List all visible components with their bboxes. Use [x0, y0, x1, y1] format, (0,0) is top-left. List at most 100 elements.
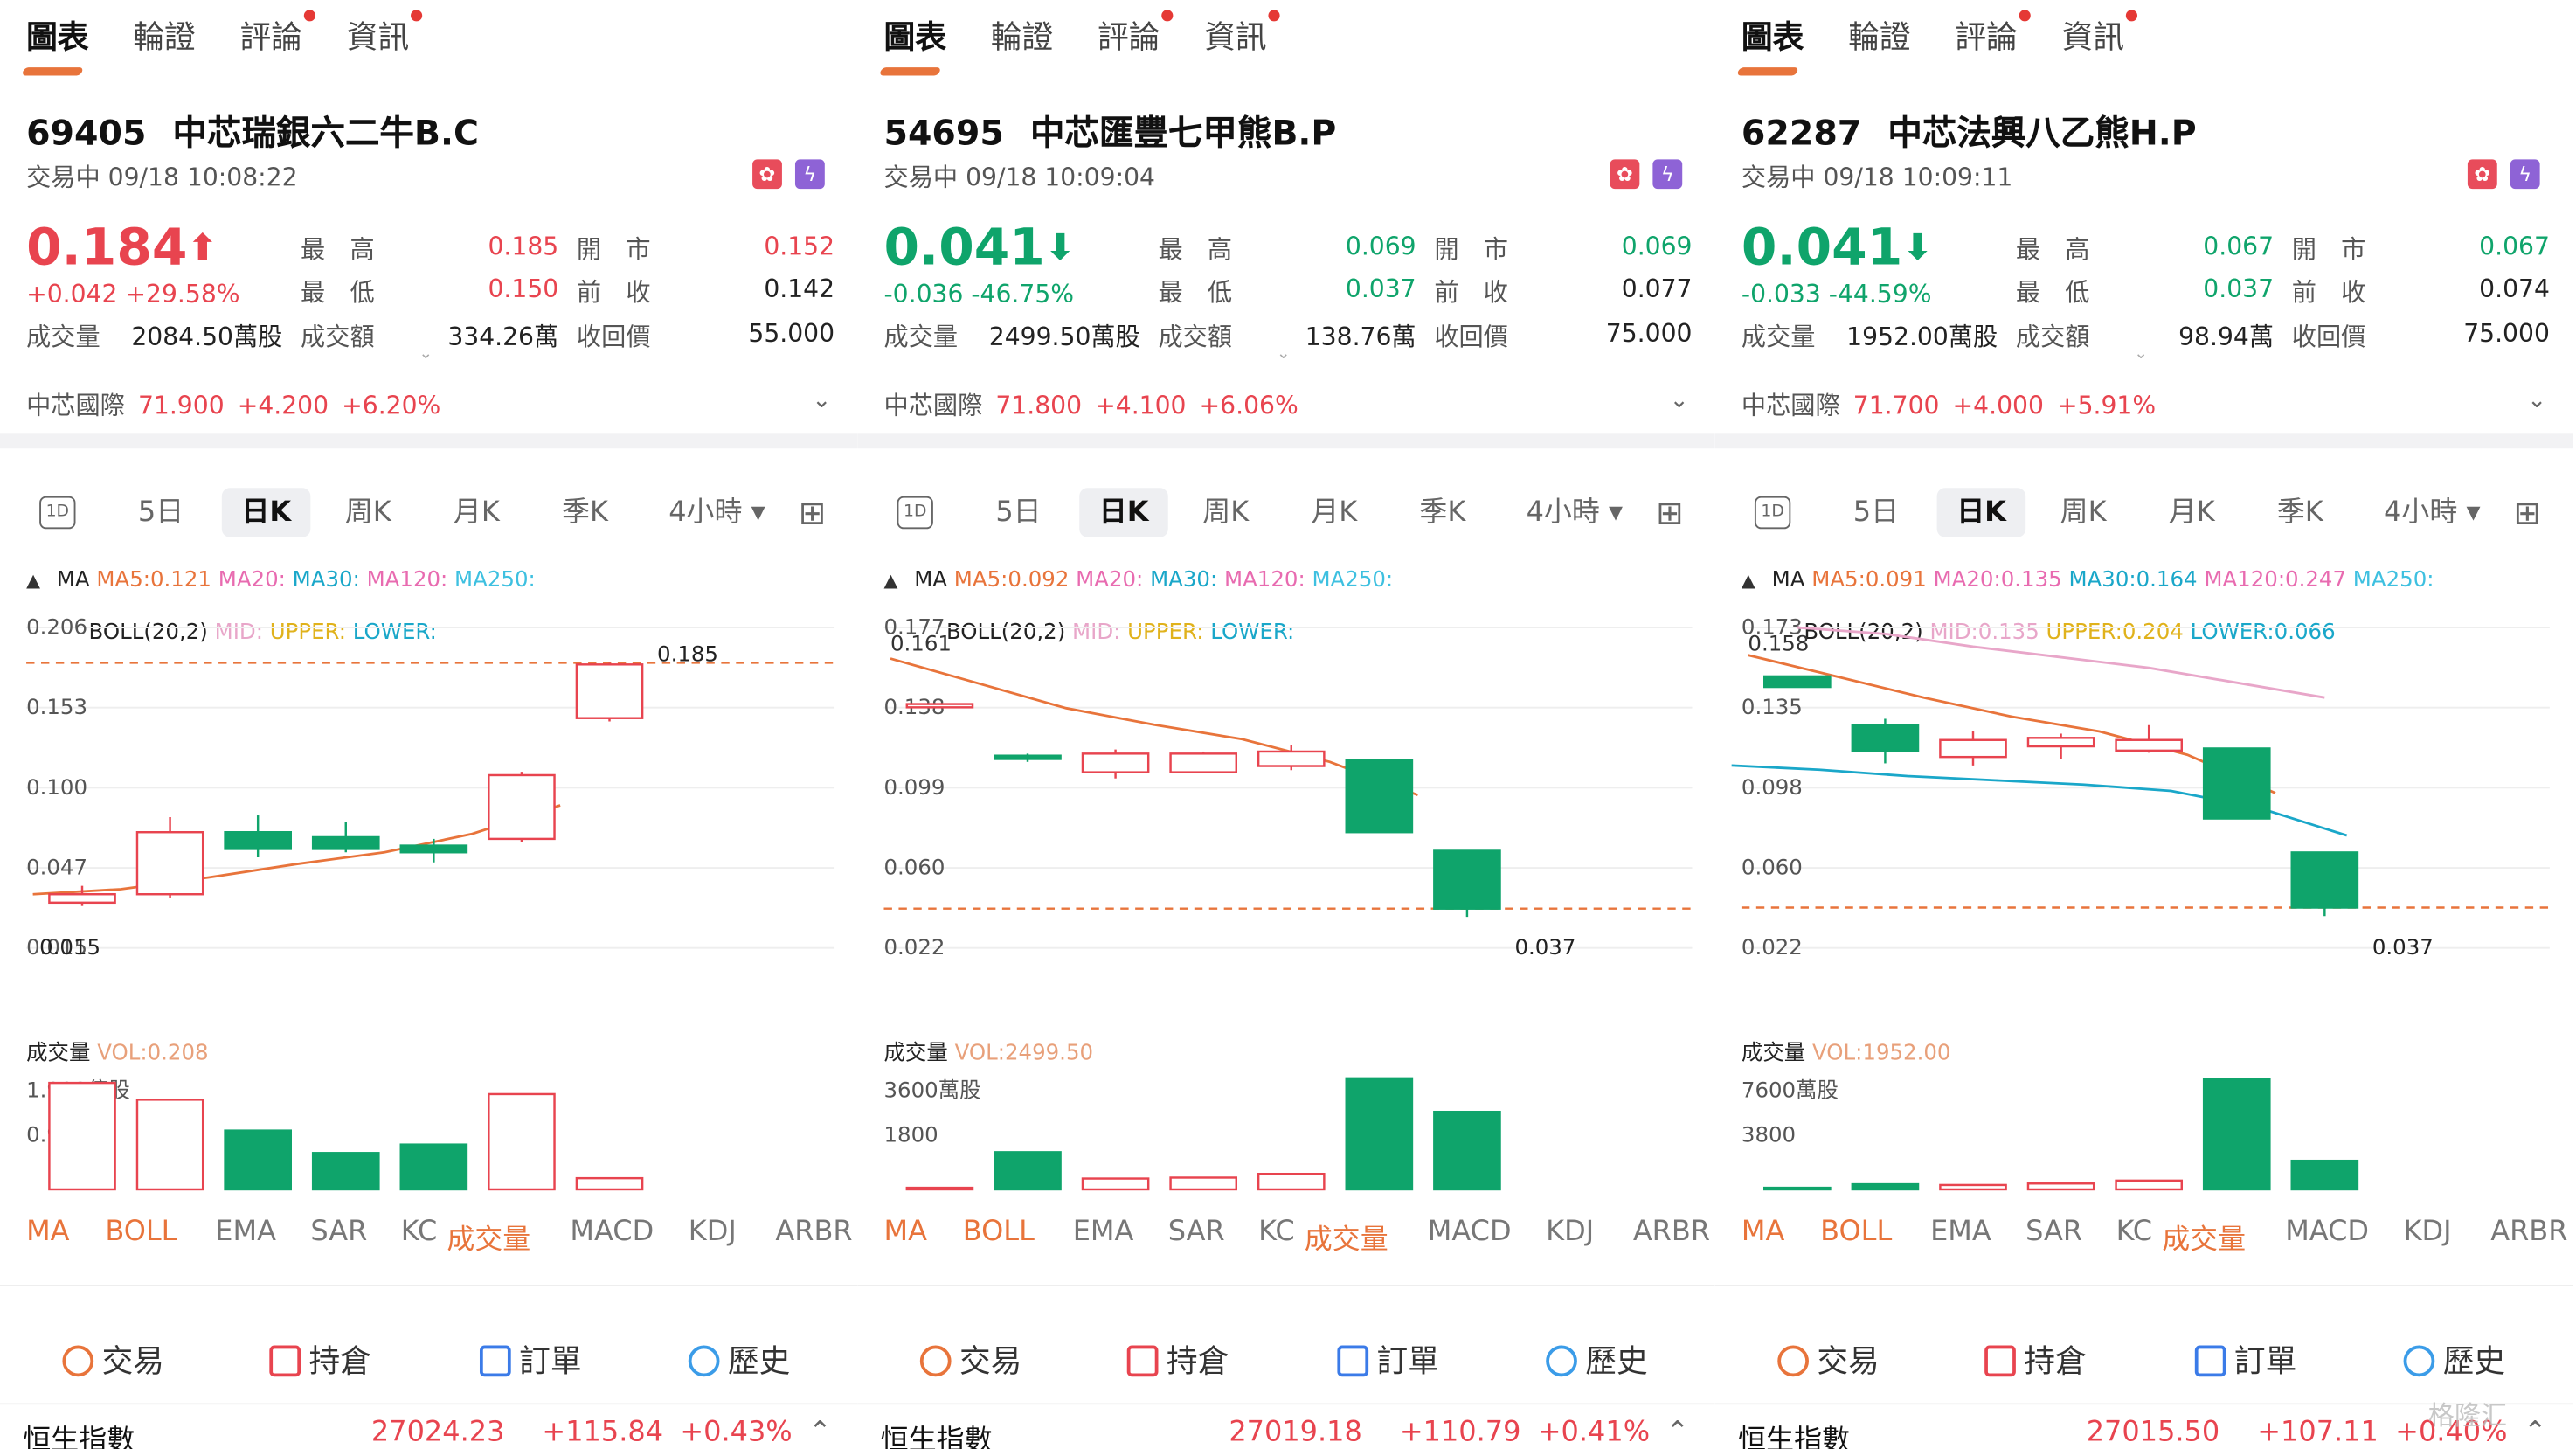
- chevron-up-icon[interactable]: ⌃: [808, 1416, 832, 1449]
- indicator-tab[interactable]: BOLL: [105, 1216, 177, 1249]
- period-tab[interactable]: 周K: [1202, 488, 1249, 537]
- tab-comments[interactable]: 評論: [1955, 10, 2031, 66]
- indicator-tab[interactable]: KDJ: [689, 1216, 737, 1249]
- chevron-up-icon[interactable]: ⌃: [2524, 1416, 2547, 1449]
- indicator-tab[interactable]: MA: [1742, 1216, 1784, 1249]
- tab-comments[interactable]: 評論: [240, 10, 316, 66]
- action-trade[interactable]: 交易: [1777, 1337, 1880, 1382]
- grid-icon[interactable]: ⊞: [2514, 488, 2542, 537]
- tab-news[interactable]: 資訊: [1204, 10, 1280, 66]
- period-tab[interactable]: 4小時 ▾: [668, 488, 765, 537]
- tab-warrants[interactable]: 輪證: [133, 13, 195, 66]
- hk-flag-icon[interactable]: ✿: [752, 159, 782, 190]
- indicator-tab[interactable]: MACD: [2285, 1216, 2369, 1249]
- indicator-tab[interactable]: KC: [2116, 1216, 2153, 1249]
- chevron-down-icon[interactable]: ⌄: [2527, 388, 2546, 414]
- indicator-tab[interactable]: KC: [1258, 1216, 1295, 1249]
- indicator-tab[interactable]: EMA: [215, 1216, 276, 1249]
- underlying-quote[interactable]: 中芯國際 71.800 +4.100 +6.06%: [883, 388, 1311, 422]
- period-tab[interactable]: 4小時 ▾: [1527, 488, 1623, 537]
- indicator-tab[interactable]: ARBR: [775, 1216, 852, 1249]
- period-1d-icon[interactable]: 1D: [1754, 496, 1791, 530]
- action-history[interactable]: 歷史: [688, 1337, 790, 1382]
- underlying-quote[interactable]: 中芯國際 71.900 +4.200 +6.20%: [26, 388, 454, 422]
- period-tab[interactable]: 日K: [1079, 488, 1169, 537]
- collapse-icon[interactable]: ▲: [26, 570, 40, 591]
- period-1d-icon[interactable]: 1D: [39, 496, 76, 530]
- expand-icon[interactable]: ⌄: [2134, 345, 2148, 364]
- period-tab[interactable]: 5日: [1853, 488, 1899, 537]
- period-tab[interactable]: 周K: [345, 488, 391, 537]
- period-1d-icon[interactable]: 1D: [897, 496, 933, 530]
- period-tab[interactable]: 季K: [1419, 488, 1465, 537]
- chevron-up-icon[interactable]: ⌃: [1665, 1416, 1689, 1449]
- tab-warrants[interactable]: 輪證: [1848, 13, 1910, 66]
- action-orders[interactable]: 訂單: [479, 1337, 582, 1382]
- period-tab[interactable]: 月K: [2169, 488, 2215, 537]
- period-tab[interactable]: 季K: [2277, 488, 2323, 537]
- action-positions[interactable]: 持倉: [269, 1337, 371, 1382]
- chevron-down-icon[interactable]: ⌄: [1670, 388, 1689, 414]
- lightning-icon[interactable]: ϟ: [794, 159, 825, 190]
- grid-icon[interactable]: ⊞: [1656, 488, 1684, 537]
- hk-flag-icon[interactable]: ✿: [2467, 159, 2497, 190]
- period-tab[interactable]: 5日: [138, 488, 184, 537]
- indicator-tab[interactable]: MACD: [1428, 1216, 1512, 1249]
- indicator-tab[interactable]: MA: [26, 1216, 69, 1249]
- tab-comments[interactable]: 評論: [1098, 10, 1174, 66]
- indicator-tab[interactable]: 成交量: [1305, 1216, 1388, 1257]
- action-trade[interactable]: 交易: [62, 1337, 164, 1382]
- indicator-tab[interactable]: SAR: [310, 1216, 367, 1249]
- indicator-tab[interactable]: 成交量: [2162, 1216, 2246, 1257]
- period-tab[interactable]: 5日: [995, 488, 1041, 537]
- action-orders[interactable]: 訂單: [1337, 1337, 1439, 1382]
- index-ticker[interactable]: 恒生指數 27019.18 +110.79 +0.41% ⌃: [857, 1403, 1715, 1449]
- action-trade[interactable]: 交易: [919, 1337, 1021, 1382]
- tab-chart[interactable]: 圖表: [883, 13, 945, 66]
- indicator-tab[interactable]: EMA: [1930, 1216, 1991, 1249]
- notification-dot: [1268, 10, 1280, 22]
- indicator-tab[interactable]: SAR: [2025, 1216, 2082, 1249]
- indicator-tab[interactable]: SAR: [1168, 1216, 1225, 1249]
- hk-flag-icon[interactable]: ✿: [1610, 159, 1640, 190]
- action-history[interactable]: 歷史: [1546, 1337, 1648, 1382]
- period-tab[interactable]: 月K: [454, 488, 500, 537]
- indicator-tab[interactable]: MACD: [570, 1216, 654, 1249]
- period-tab[interactable]: 月K: [1311, 488, 1357, 537]
- index-ticker[interactable]: 恒生指數 27024.23 +115.84 +0.43% ⌃: [0, 1403, 858, 1449]
- period-tab[interactable]: 日K: [221, 488, 311, 537]
- period-tab[interactable]: 季K: [562, 488, 608, 537]
- grid-icon[interactable]: ⊞: [799, 488, 827, 537]
- collapse-icon[interactable]: ▲: [1742, 570, 1755, 591]
- action-history[interactable]: 歷史: [2403, 1337, 2505, 1382]
- period-tab[interactable]: 日K: [1936, 488, 2026, 537]
- indicator-tab[interactable]: EMA: [1073, 1216, 1134, 1249]
- collapse-icon[interactable]: ▲: [883, 570, 897, 591]
- indicator-tab[interactable]: ARBR: [2490, 1216, 2567, 1249]
- period-tab[interactable]: 周K: [2060, 488, 2107, 537]
- expand-icon[interactable]: ⌄: [419, 345, 433, 364]
- indicator-tab[interactable]: BOLL: [963, 1216, 1035, 1249]
- indicator-tab[interactable]: 成交量: [447, 1216, 530, 1257]
- chevron-down-icon[interactable]: ⌄: [812, 388, 831, 414]
- tab-news[interactable]: 資訊: [2062, 10, 2138, 66]
- indicator-tab[interactable]: MA: [883, 1216, 926, 1249]
- action-positions[interactable]: 持倉: [1984, 1337, 2087, 1382]
- indicator-tab[interactable]: KC: [401, 1216, 438, 1249]
- indicator-tab[interactable]: BOLL: [1820, 1216, 1892, 1249]
- lightning-icon[interactable]: ϟ: [1652, 159, 1683, 190]
- period-tab[interactable]: 4小時 ▾: [2384, 488, 2480, 537]
- tab-chart[interactable]: 圖表: [1742, 13, 1804, 66]
- candle-body: [1257, 750, 1326, 767]
- tab-news[interactable]: 資訊: [347, 10, 423, 66]
- underlying-quote[interactable]: 中芯國際 71.700 +4.000 +5.91%: [1742, 388, 2169, 422]
- tab-warrants[interactable]: 輪證: [991, 13, 1053, 66]
- lightning-icon[interactable]: ϟ: [2510, 159, 2540, 190]
- indicator-tab[interactable]: KDJ: [1546, 1216, 1594, 1249]
- action-positions[interactable]: 持倉: [1126, 1337, 1229, 1382]
- expand-icon[interactable]: ⌄: [1277, 345, 1291, 364]
- indicator-tab[interactable]: KDJ: [2404, 1216, 2452, 1249]
- action-orders[interactable]: 訂單: [2194, 1337, 2296, 1382]
- tab-chart[interactable]: 圖表: [26, 13, 88, 66]
- indicator-tab[interactable]: ARBR: [1633, 1216, 1710, 1249]
